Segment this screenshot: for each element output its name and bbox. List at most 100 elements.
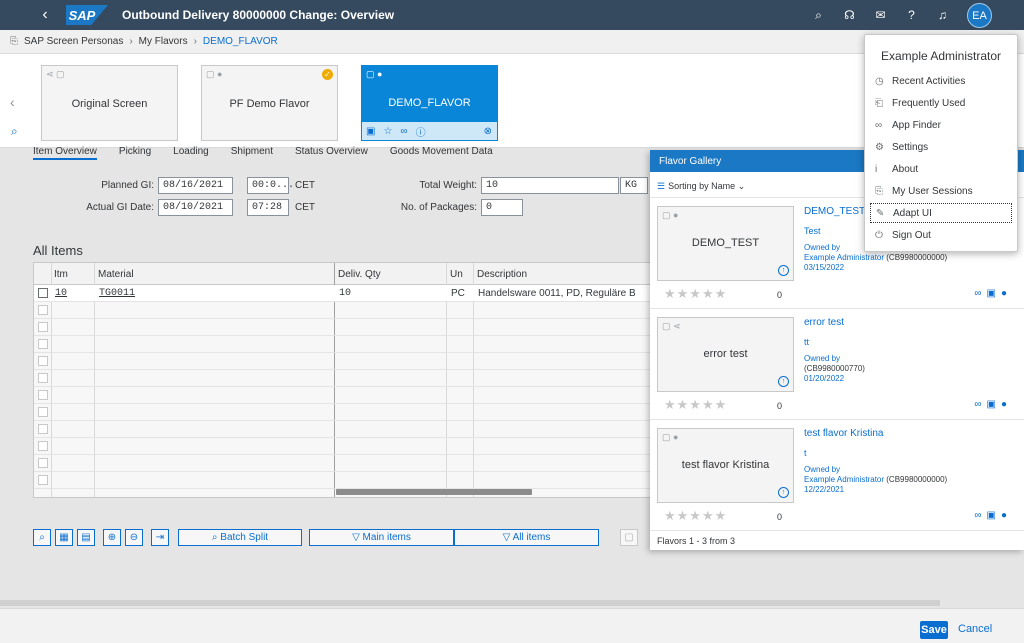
row-checkbox[interactable]	[38, 390, 48, 400]
tab-loading[interactable]: Loading	[173, 147, 209, 160]
save-button[interactable]: Save	[920, 621, 948, 639]
planned-gi-time-field[interactable]: 00:0...	[247, 177, 294, 194]
table-row[interactable]	[34, 404, 662, 421]
upload-icon[interactable]: ↑	[778, 376, 789, 387]
rating-stars[interactable]: ★★★★★	[664, 286, 727, 302]
edit-icon[interactable]: ▣	[987, 288, 996, 299]
col-description[interactable]: Description	[477, 269, 527, 280]
horizontal-scrollbar[interactable]	[0, 600, 940, 606]
table-row[interactable]	[34, 455, 662, 472]
packages-field[interactable]: 0	[481, 199, 523, 216]
table-row[interactable]	[34, 336, 662, 353]
menu-settings[interactable]: ⚙ Settings	[870, 138, 1012, 158]
print-icon[interactable]: ▢	[620, 529, 638, 546]
help-icon[interactable]: ?	[896, 8, 927, 22]
indent-icon[interactable]: ⇥	[151, 529, 169, 546]
row-checkbox[interactable]	[38, 373, 48, 383]
link-icon[interactable]: ∞	[974, 510, 981, 521]
row-checkbox[interactable]	[38, 288, 48, 298]
table-row[interactable]: 10 TG0011 10 PC Handelsware 0011, PD, Re…	[34, 285, 662, 302]
breadcrumb-personas[interactable]: SAP Screen Personas	[24, 36, 123, 47]
tab-status-overview[interactable]: Status Overview	[295, 147, 368, 160]
search-icon[interactable]: ⌕	[11, 124, 18, 139]
menu-about[interactable]: i About	[870, 160, 1012, 180]
row-checkbox[interactable]	[38, 475, 48, 485]
link-icon[interactable]: ∞	[974, 288, 981, 299]
rating-stars[interactable]: ★★★★★	[664, 508, 727, 524]
table-row[interactable]	[34, 302, 662, 319]
avatar[interactable]: EA	[967, 3, 992, 28]
search-icon[interactable]: ⌕	[803, 8, 834, 23]
close-icon[interactable]: ⊗	[484, 126, 492, 137]
user-icon[interactable]: ●	[1001, 510, 1007, 521]
all-items-button[interactable]: ▽ All items	[454, 529, 599, 546]
menu-recent-activities[interactable]: ◷ Recent Activities	[870, 72, 1012, 92]
sap-logo[interactable]: SAP	[66, 5, 108, 25]
flavor-thumbnail[interactable]: ▢ ● test flavor Kristina ↑	[657, 428, 794, 503]
gallery-item-title[interactable]: DEMO_TEST	[804, 206, 865, 217]
menu-app-finder[interactable]: ∞ App Finder	[870, 116, 1012, 136]
edit-icon[interactable]: ▣	[366, 126, 375, 137]
flavor-card-pf-demo[interactable]: ▢ ● ✓ PF Demo Flavor	[201, 65, 338, 141]
breadcrumb-my-flavors[interactable]: My Flavors	[139, 36, 188, 47]
link-icon[interactable]: ∞	[400, 126, 407, 137]
flavor-card-demo-flavor[interactable]: ▢ ● DEMO_FLAVOR ▣ ☆ ∞ ⓘ ⊗	[361, 65, 498, 141]
select-all-icon[interactable]: ▦	[55, 529, 73, 546]
gallery-item-title[interactable]: error test	[804, 317, 844, 328]
table-row[interactable]	[34, 472, 662, 489]
tab-goods-movement[interactable]: Goods Movement Data	[390, 147, 493, 160]
gallery-item[interactable]: ▢ ● test flavor Kristina ↑ ★★★★★ 0 test …	[650, 420, 1024, 531]
row-checkbox[interactable]	[38, 305, 48, 315]
menu-adapt-ui[interactable]: ✎ Adapt UI	[870, 203, 1012, 223]
weight-unit-field[interactable]: KG	[620, 177, 648, 194]
table-scrollbar[interactable]	[336, 489, 532, 495]
upload-icon[interactable]: ↑	[778, 265, 789, 276]
tab-shipment[interactable]: Shipment	[231, 147, 273, 160]
row-material[interactable]: TG0011	[99, 288, 135, 299]
menu-user-sessions[interactable]: ⎘ My User Sessions	[870, 182, 1012, 202]
expand-icon[interactable]: ⊕	[103, 529, 121, 546]
info-icon[interactable]: ⓘ	[416, 124, 426, 139]
flavor-thumbnail[interactable]: ▢ ● DEMO_TEST ↑	[657, 206, 794, 281]
edit-icon[interactable]: ▣	[987, 399, 996, 410]
table-row[interactable]	[34, 370, 662, 387]
table-row[interactable]	[34, 353, 662, 370]
bell-icon[interactable]: ♫	[927, 8, 958, 22]
tab-item-overview[interactable]: Item Overview	[33, 147, 97, 160]
planned-gi-date-field[interactable]: 08/16/2021	[158, 177, 233, 194]
col-itm[interactable]: Itm	[54, 269, 68, 280]
col-un[interactable]: Un	[450, 269, 463, 280]
collapse-icon[interactable]: ⊖	[125, 529, 143, 546]
deselect-all-icon[interactable]: ▤	[77, 529, 95, 546]
actual-gi-date-field[interactable]: 08/10/2021	[158, 199, 233, 216]
row-checkbox[interactable]	[38, 458, 48, 468]
row-checkbox[interactable]	[38, 441, 48, 451]
menu-sign-out[interactable]: ⏻ Sign Out	[870, 226, 1012, 246]
table-row[interactable]	[34, 319, 662, 336]
row-checkbox[interactable]	[38, 424, 48, 434]
table-row[interactable]	[34, 387, 662, 404]
row-itm[interactable]: 10	[55, 288, 67, 299]
row-desc[interactable]: Handelsware 0011, PD, Reguläre B	[478, 288, 636, 299]
gallery-item-title[interactable]: test flavor Kristina	[804, 428, 883, 439]
batch-split-button[interactable]: ⌕ Batch Split	[178, 529, 302, 546]
flavor-thumbnail[interactable]: ▢ ⋖ error test ↑	[657, 317, 794, 392]
link-icon[interactable]: ∞	[974, 399, 981, 410]
star-icon[interactable]: ☆	[383, 126, 392, 137]
actual-gi-time-field[interactable]: 07:28	[247, 199, 289, 216]
row-qty[interactable]: 10	[339, 288, 351, 299]
row-checkbox[interactable]	[38, 339, 48, 349]
table-row[interactable]	[34, 438, 662, 455]
row-checkbox[interactable]	[38, 407, 48, 417]
row-checkbox[interactable]	[38, 322, 48, 332]
rating-stars[interactable]: ★★★★★	[664, 397, 727, 413]
menu-frequently-used[interactable]: ⎗ Frequently Used	[870, 94, 1012, 114]
total-weight-field[interactable]: 10	[481, 177, 619, 194]
row-un[interactable]: PC	[451, 288, 465, 299]
table-row[interactable]	[34, 421, 662, 438]
flavor-card-original[interactable]: ⋖ ▢ Original Screen	[41, 65, 178, 141]
gallery-item[interactable]: ▢ ⋖ error test ↑ ★★★★★ 0 error test tt O…	[650, 309, 1024, 420]
chat-icon[interactable]: ✉	[865, 8, 896, 22]
user-icon[interactable]: ●	[1001, 399, 1007, 410]
col-deliv-qty[interactable]: Deliv. Qty	[338, 269, 381, 280]
